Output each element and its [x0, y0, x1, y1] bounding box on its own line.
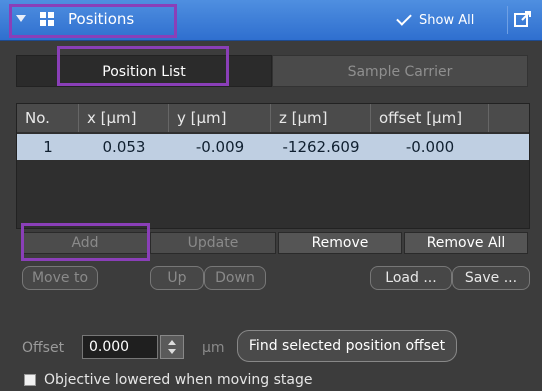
offset-unit: µm	[202, 340, 225, 356]
offset-input[interactable]: 0.000	[82, 335, 158, 359]
table-header: No. x [µm] y [µm] z [µm] offset [µm]	[17, 104, 529, 132]
cell-no: 1	[43, 138, 53, 156]
positions-panel: Positions Show All Position List Sample …	[0, 0, 542, 391]
spin-down-icon[interactable]	[168, 349, 176, 354]
cell-offset: -0.000	[405, 138, 455, 156]
cell-z: -1262.609	[282, 138, 360, 156]
up-button[interactable]: Up	[150, 266, 204, 290]
offset-spinner[interactable]	[160, 335, 184, 359]
column-header-filler	[489, 104, 529, 132]
load-button[interactable]: Load ...	[370, 266, 452, 290]
objective-lowered-checkbox[interactable]	[24, 374, 36, 386]
remove-button[interactable]: Remove	[278, 232, 402, 254]
move-to-button[interactable]: Move to	[22, 266, 98, 290]
column-header-z[interactable]: z [µm]	[271, 104, 371, 132]
find-offset-button[interactable]: Find selected position offset	[237, 330, 457, 362]
objective-lowered-option[interactable]: Objective lowered when moving stage	[24, 372, 312, 388]
tab-sample-carrier[interactable]: Sample Carrier	[272, 55, 528, 87]
show-all-toggle[interactable]: Show All	[396, 9, 475, 31]
tab-highlight	[57, 46, 229, 86]
panel-header: Positions Show All	[0, 0, 542, 41]
header-divider	[507, 6, 508, 34]
column-header-x[interactable]: x [µm]	[79, 104, 169, 132]
cell-y: -0.009	[195, 138, 245, 156]
spin-up-icon[interactable]	[168, 340, 176, 345]
update-button[interactable]: Update	[150, 232, 276, 254]
save-button[interactable]: Save ...	[452, 266, 530, 290]
down-button[interactable]: Down	[204, 266, 266, 290]
check-icon	[396, 10, 412, 26]
objective-lowered-label: Objective lowered when moving stage	[44, 372, 313, 388]
header-highlight	[9, 4, 177, 38]
add-highlight	[21, 223, 150, 261]
show-all-label: Show All	[419, 12, 475, 28]
cell-x: 0.053	[102, 138, 146, 156]
column-header-offset[interactable]: offset [µm]	[371, 104, 489, 132]
column-header-no[interactable]: No.	[17, 104, 79, 132]
remove-all-button[interactable]: Remove All	[404, 232, 528, 254]
table-row[interactable]: 1 0.053 -0.009 -1262.609 -0.000	[17, 134, 529, 160]
popout-icon[interactable]	[514, 10, 532, 28]
position-table: No. x [µm] y [µm] z [µm] offset [µm] 1 0…	[16, 103, 530, 229]
offset-label: Offset	[22, 340, 65, 356]
column-header-y[interactable]: y [µm]	[169, 104, 271, 132]
